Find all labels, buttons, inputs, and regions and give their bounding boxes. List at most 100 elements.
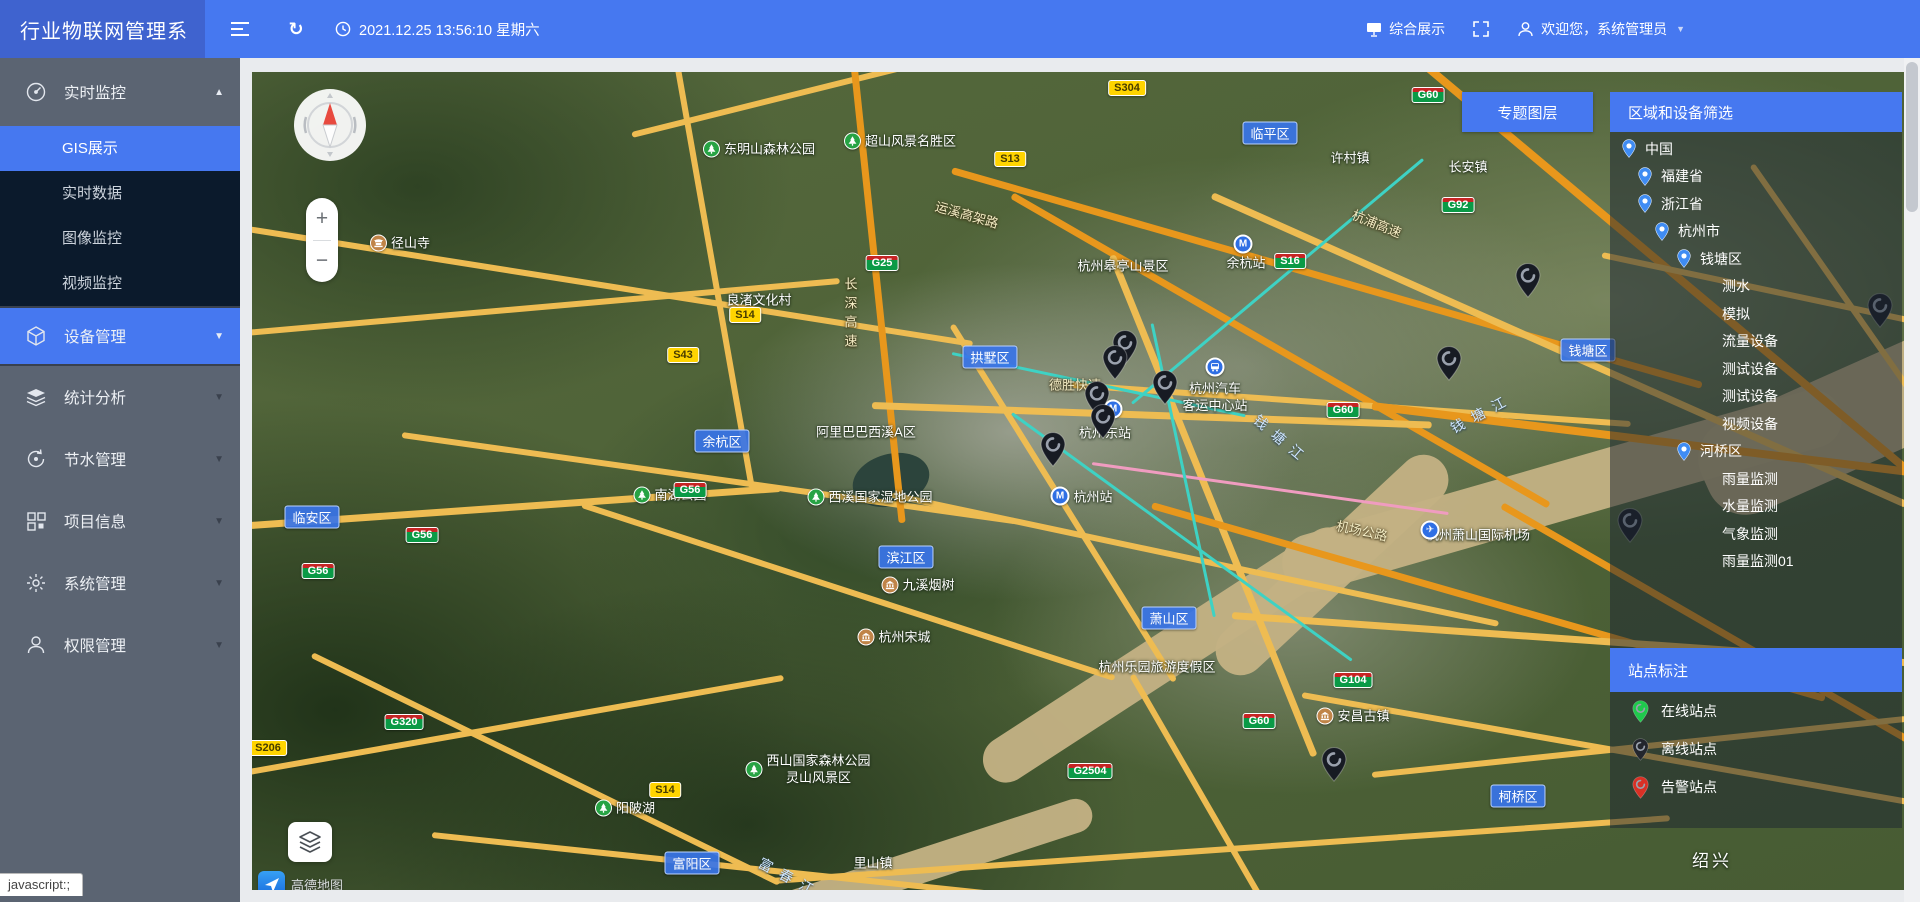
tree-node[interactable]: 雨量监测 (1610, 465, 1902, 493)
tree-node-label: 雨量监测01 (1722, 551, 1794, 571)
district-label: 柯桥区 (1490, 785, 1545, 808)
road-shield: G60 (1327, 402, 1360, 418)
tree-node[interactable]: 钱塘区 (1610, 245, 1902, 273)
offline-station-pin[interactable] (1152, 369, 1178, 410)
tree-node[interactable]: 浙江省 (1610, 190, 1902, 218)
layers-button[interactable] (288, 822, 332, 862)
page-scrollbar[interactable] (1904, 58, 1920, 902)
district-label: 萧山区 (1141, 607, 1196, 630)
display-mode-button[interactable]: 综合展示 (1366, 19, 1445, 39)
road-shield: G56 (674, 482, 707, 498)
region-filter-panel: 区域和设备筛选 中国 福建省 浙江省 杭州市 钱塘区测水模拟流量设备测试设备测试… (1610, 92, 1902, 828)
zoom-in-button[interactable]: + (306, 198, 338, 240)
station-pin-icon (1632, 738, 1649, 761)
offline-station-pin[interactable] (1102, 344, 1128, 385)
road-shield: S14 (649, 782, 681, 798)
tree-node-label: 测试设备 (1722, 359, 1778, 379)
offline-station-pin[interactable] (1436, 345, 1462, 386)
museum-icon (857, 629, 874, 646)
sidebar-item-water-saving[interactable]: 节水管理▼ (0, 428, 240, 490)
tree-node[interactable]: 测试设备 (1610, 355, 1902, 383)
sidebar-item-realtime-data[interactable]: 实时数据 (0, 171, 240, 216)
park-icon (595, 800, 612, 817)
chevron-up-icon: ▲ (214, 87, 224, 98)
top-header: 行业物联网管理系 ↻ 2021.12.25 13:56:10 星期六 综合展示 … (0, 0, 1920, 58)
district-label: 临安区 (284, 506, 339, 529)
map-place-label: 许村镇 (1330, 150, 1369, 167)
sidebar-item-gis[interactable]: GIS展示 (0, 126, 240, 171)
station-legend: 在线站点 离线站点 告警站点 (1610, 692, 1902, 806)
theme-layer-button[interactable]: 专题图层 (1462, 92, 1593, 132)
road-shield: G2504 (1067, 763, 1112, 779)
sidebar-item-video-monitor[interactable]: 视频监控 (0, 261, 240, 306)
sidebar-item-label: 实时监控 (64, 81, 126, 103)
sidebar-item-label: 权限管理 (64, 634, 126, 656)
zoom-out-button[interactable]: − (306, 241, 338, 283)
tree-node[interactable]: 测试设备 (1610, 383, 1902, 411)
tree-node[interactable]: 视频设备 (1610, 410, 1902, 438)
park-icon (745, 761, 762, 778)
welcome-text: 欢迎您，系统管理员 (1541, 19, 1667, 39)
legend-item-label: 在线站点 (1661, 701, 1717, 721)
map-place-label: 西山国家森林公园 灵山风景区 (745, 752, 870, 786)
map-place-label: 超山风景名胜区 (844, 133, 956, 150)
fullscreen-icon[interactable] (1473, 21, 1489, 37)
sidebar-item-project-info[interactable]: 项目信息▼ (0, 490, 240, 552)
tree-node[interactable]: 中国 (1610, 135, 1902, 163)
compass-control[interactable] (292, 87, 368, 163)
district-label: 临平区 (1242, 122, 1297, 145)
tree-node[interactable]: 雨量监测01 (1610, 548, 1902, 576)
sidebar-item-image-monitor[interactable]: 图像监控 (0, 216, 240, 261)
user-menu[interactable]: 欢迎您，系统管理员 ▼ (1517, 19, 1685, 39)
road-shield: G60 (1412, 87, 1445, 103)
display-board-icon (1366, 22, 1382, 37)
sidebar-collapse-icon[interactable] (222, 0, 258, 58)
tree-node[interactable]: 杭州市 (1610, 218, 1902, 246)
district-label: 钱塘区 (1560, 339, 1615, 362)
refresh-icon[interactable]: ↻ (278, 0, 314, 58)
legend-item: 在线站点 (1610, 692, 1902, 730)
map-place-label: 里山镇 (853, 855, 892, 872)
road-shield: S13 (994, 151, 1026, 167)
park-icon (807, 489, 824, 506)
tree-node[interactable]: 水量监测 (1610, 493, 1902, 521)
park-icon (633, 487, 650, 504)
filter-panel-header[interactable]: 区域和设备筛选 (1610, 92, 1902, 132)
chevron-down-icon: ▼ (214, 392, 224, 403)
tree-node-label: 测水 (1722, 276, 1750, 296)
offline-station-pin[interactable] (1321, 746, 1347, 787)
tree-node[interactable]: 模拟 (1610, 300, 1902, 328)
map-place-label: 杭州宋城 (857, 629, 930, 646)
tree-node-label: 水量监测 (1722, 496, 1778, 516)
road-shield: S43 (667, 347, 699, 363)
map-place-label: 长安镇 (1448, 159, 1487, 176)
sidebar-item-label: 节水管理 (64, 448, 126, 470)
tree-node-label: 流量设备 (1722, 331, 1778, 351)
sidebar-item-stats-analysis[interactable]: 统计分析▼ (0, 366, 240, 428)
tree-node[interactable]: 气象监测 (1610, 520, 1902, 548)
offline-station-pin[interactable] (1040, 431, 1066, 472)
map-place-label: 杭州站 (1073, 489, 1112, 506)
tree-node[interactable]: 福建省 (1610, 163, 1902, 191)
offline-station-pin[interactable] (1515, 262, 1541, 303)
user-icon (1517, 21, 1534, 38)
scrollbar-thumb[interactable] (1906, 62, 1918, 212)
cube-icon (24, 325, 48, 347)
sidebar-item-system-mgmt[interactable]: 系统管理▼ (0, 552, 240, 614)
district-label: 滨江区 (878, 546, 933, 569)
road-shield: G60 (1243, 713, 1276, 729)
amap-logo-icon[interactable] (258, 871, 285, 890)
sidebar-item-realtime-monitor[interactable]: 实时监控 ▲ (0, 58, 240, 126)
tree-node-label: 模拟 (1722, 304, 1750, 324)
map-place-label: 东明山森林公园 (703, 141, 815, 158)
sidebar-item-device-mgmt[interactable]: 设备管理▼ (0, 306, 240, 366)
offline-station-pin[interactable] (1090, 403, 1116, 444)
tree-node[interactable]: 测水 (1610, 273, 1902, 301)
map-canvas[interactable]: 临平区拱墅区钱塘区余杭区临安区滨江区萧山区柯桥区富阳区东明山森林公园超山风景名胜… (252, 72, 1904, 890)
sidebar-item-permission-mgmt[interactable]: 权限管理▼ (0, 614, 240, 676)
map-place-label: 良渚文化村 (726, 292, 791, 309)
tree-node[interactable]: 河桥区 (1610, 438, 1902, 466)
tree-node[interactable]: 流量设备 (1610, 328, 1902, 356)
legend-panel-header[interactable]: 站点标注 (1610, 648, 1902, 692)
metro-station-icon: M (1051, 487, 1070, 506)
